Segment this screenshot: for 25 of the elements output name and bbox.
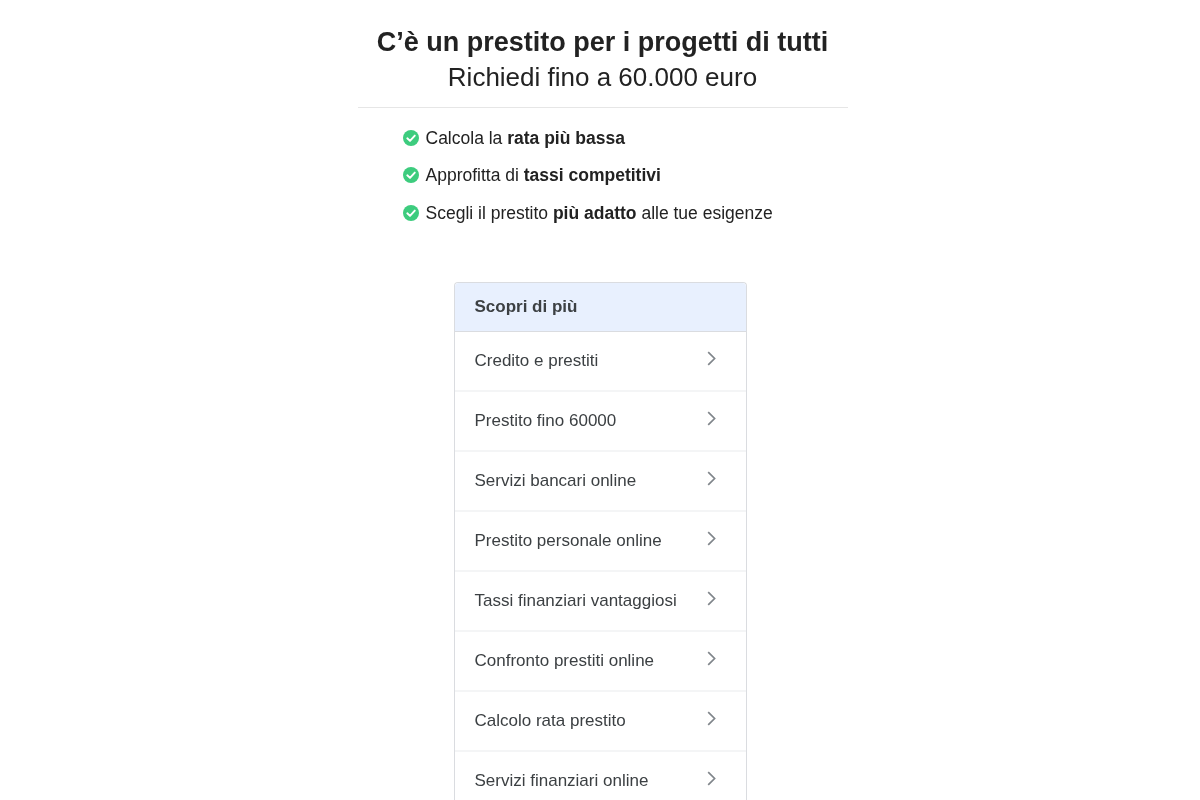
benefit-text: Scegli il prestito più adatto alle tue esigenze [425,201,773,224]
link-item[interactable]: Prestito personale online [454,511,746,572]
chevron-right-icon [706,411,716,426]
chevron-right-icon [706,651,716,666]
panel-title: Scopri di più [474,296,578,317]
chevron-right-icon [706,531,716,546]
link-item[interactable]: Tassi finanziari vantaggiosi [454,571,746,632]
page-title: C’è un prestito per i progetti di tutti [376,26,829,58]
benefit-text: Calcola la rata più bassa [425,126,625,149]
chevron-right-icon [706,771,716,786]
link-item[interactable]: Servizi bancari online [454,451,746,512]
link-item[interactable]: Prestito fino 60000 [454,391,746,452]
page-subtitle: Richiedi fino a 60.000 euro [447,61,758,93]
link-item[interactable]: Confronto prestiti online [454,631,746,692]
link-item[interactable]: Calcolo rata prestito [454,691,746,752]
link-item[interactable]: Servizi finanziari online [454,751,746,800]
link-item[interactable]: Credito e prestiti [454,331,746,392]
chevron-right-icon [706,351,716,366]
check-circle-icon [402,204,419,221]
benefit-text: Approfitta di tassi competitivi [425,164,661,187]
check-circle-icon [402,167,419,184]
chevron-right-icon [706,711,716,726]
check-circle-icon [402,129,419,146]
chevron-right-icon [706,591,716,606]
chevron-right-icon [706,471,716,486]
